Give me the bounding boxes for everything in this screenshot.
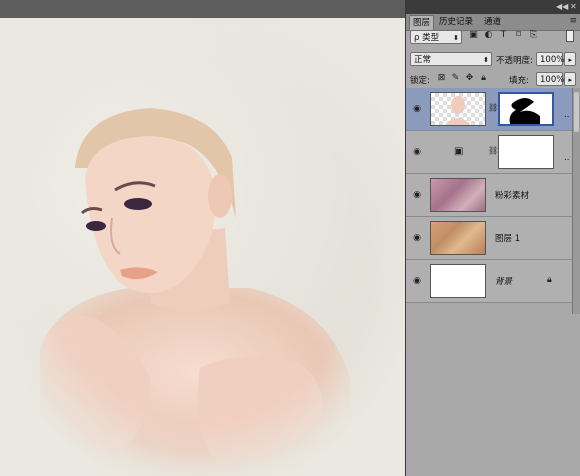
chevron-down-icon: ⬍: [483, 56, 489, 64]
eye-icon[interactable]: ◉: [411, 275, 423, 287]
eye-icon[interactable]: ◉: [411, 103, 423, 115]
tab-layers[interactable]: 图层: [409, 15, 435, 31]
opacity-label: 不透明度:: [496, 56, 533, 66]
eye-icon[interactable]: ◉: [411, 146, 423, 158]
fill-dropdown[interactable]: ▸: [564, 72, 576, 86]
chevron-down-icon: ⬍: [453, 34, 459, 42]
link-icon[interactable]: ⛓: [488, 103, 498, 112]
mask-thumbnail[interactable]: [498, 92, 554, 126]
filter-shape-icon[interactable]: ⌑: [513, 30, 524, 41]
filter-type-icon[interactable]: T: [498, 30, 509, 41]
panel-tabs: 图层 历史记录 通道 ≡: [406, 14, 580, 31]
layer-row[interactable]: ◉ ⛓ ..: [406, 88, 574, 131]
panel-menu-icon[interactable]: ≡: [569, 16, 577, 26]
portrait-artwork: [0, 18, 405, 476]
canvas-top-bar: [0, 0, 405, 18]
opacity-input[interactable]: 100%: [536, 52, 565, 66]
canvas-area: [0, 0, 405, 476]
mask-thumbnail[interactable]: [498, 135, 554, 169]
filter-smartobject-icon[interactable]: ⎘: [528, 30, 539, 41]
fill-input[interactable]: 100%: [536, 72, 565, 86]
filter-adjustment-icon[interactable]: ◐: [483, 30, 494, 41]
panel-title-strip: ◀◀ ✕: [406, 0, 580, 14]
layer-row[interactable]: ◉ 图层 1: [406, 217, 574, 260]
layers-panel: ◀◀ ✕ 图层 历史记录 通道 ≡ ρ 类型 ⬍ ▣ ◐ T ⌑ ⎘ 正常 ⬍ …: [405, 0, 580, 476]
layer-thumbnail: [430, 221, 486, 255]
scrollbar-thumb[interactable]: [574, 92, 579, 132]
layer-row[interactable]: ◉ ▣ ⛓ ..: [406, 131, 574, 174]
layer-more: ..: [564, 110, 570, 120]
lock-position-icon[interactable]: ✥: [464, 73, 475, 84]
lock-label: 锁定:: [410, 76, 430, 86]
tab-channels[interactable]: 通道: [481, 15, 504, 30]
filter-pixel-icon[interactable]: ▣: [468, 30, 479, 41]
layer-filter-select[interactable]: ρ 类型 ⬍: [410, 30, 462, 44]
lock-transparent-icon[interactable]: ⊠: [436, 73, 447, 84]
adjustment-layer-icon: ▣: [454, 146, 464, 157]
chevron-right-icon: ▸: [568, 56, 572, 64]
lock-paint-icon[interactable]: ✎: [450, 73, 461, 84]
eye-icon[interactable]: ◉: [411, 232, 423, 244]
layer-row[interactable]: ◉ 背景 🔒︎: [406, 260, 574, 303]
portrait-thumb-art: [445, 96, 471, 125]
layer-name[interactable]: 粉彩素材: [495, 189, 529, 201]
lock-all-icon[interactable]: 🔒︎: [478, 73, 489, 84]
collapse-icon[interactable]: ◀◀: [556, 2, 568, 11]
layers-scrollbar[interactable]: [572, 88, 580, 314]
layer-thumbnail: [430, 264, 486, 298]
fill-label: 填充:: [509, 76, 529, 86]
fill-value: 100%: [540, 75, 565, 85]
close-panel-icon[interactable]: ✕: [570, 2, 577, 11]
chevron-right-icon: ▸: [568, 76, 572, 84]
mask-shape: [509, 98, 540, 124]
link-icon[interactable]: ⛓: [488, 146, 498, 155]
layer-name[interactable]: 背景: [495, 275, 512, 287]
lock-icon: 🔒︎: [547, 275, 552, 285]
layer-thumbnail: [430, 92, 486, 126]
filter-toggle[interactable]: [566, 30, 574, 42]
tab-history[interactable]: 历史记录: [436, 15, 476, 30]
opacity-value: 100%: [540, 55, 565, 65]
layer-more: ..: [564, 153, 570, 163]
layers-list: ◉ ⛓ .. ◉ ▣ ⛓ .. ◉ 粉彩素材 ◉ 图层 1 ◉ 背景 🔒︎: [406, 88, 574, 314]
eye-icon[interactable]: ◉: [411, 189, 423, 201]
blend-mode-select[interactable]: 正常 ⬍: [410, 52, 492, 66]
opacity-dropdown[interactable]: ▸: [564, 52, 576, 66]
layer-name[interactable]: 图层 1: [495, 232, 520, 244]
filter-kind-label: ρ 类型: [414, 33, 440, 43]
document-canvas[interactable]: [0, 18, 405, 476]
layer-thumbnail: [430, 178, 486, 212]
blend-mode-value: 正常: [414, 55, 432, 65]
layer-row[interactable]: ◉ 粉彩素材: [406, 174, 574, 217]
